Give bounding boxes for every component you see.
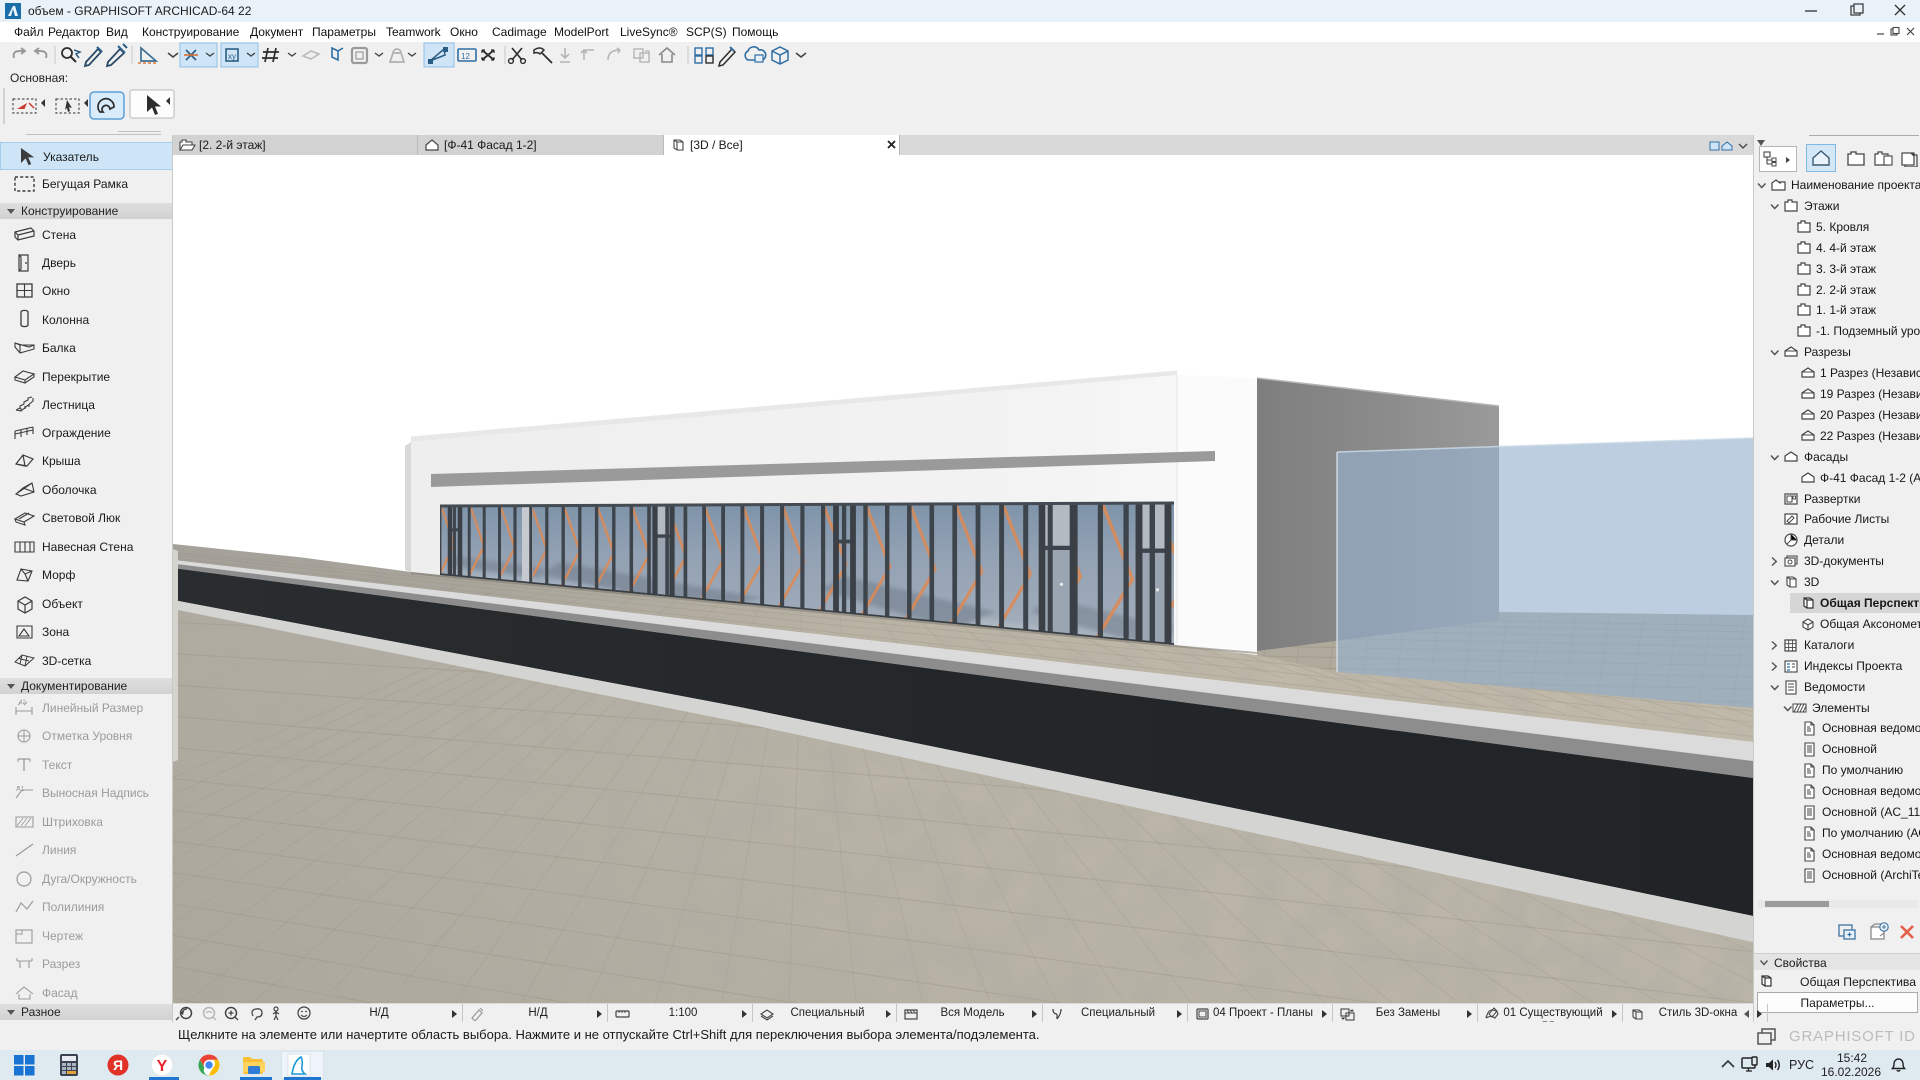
svg-text:xy: xy [228,52,236,61]
svg-text:12: 12 [461,52,470,61]
svg-text:A1: A1 [16,786,25,793]
svg-text:Y: Y [157,1058,168,1075]
svg-text:Я: Я [113,1057,123,1073]
svg-text:42: 42 [19,700,26,706]
